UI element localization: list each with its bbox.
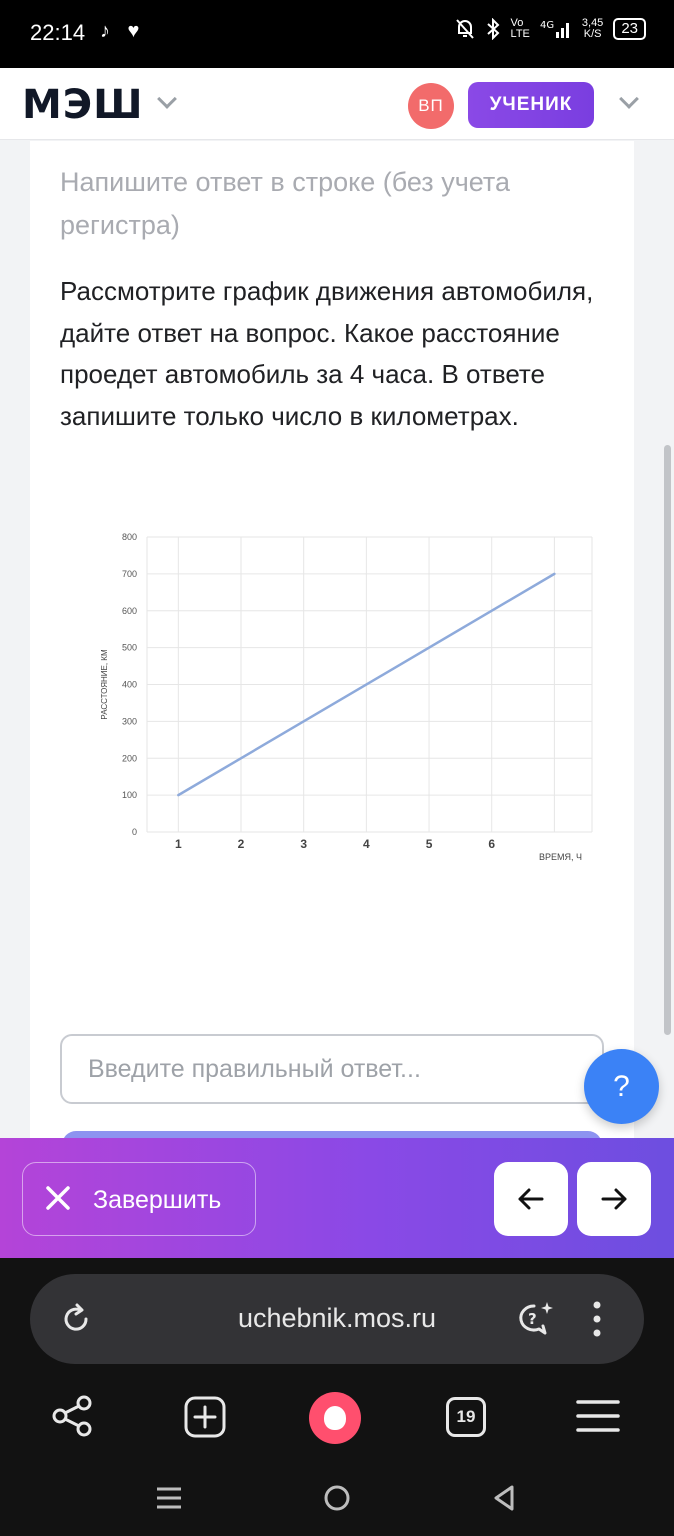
page-scrollbar[interactable]: [664, 445, 671, 1035]
mute-icon: [455, 19, 474, 39]
notification-icons: ♪ ♥: [100, 20, 146, 42]
chart-y-tick-label: 0: [132, 827, 137, 837]
recent-apps-icon[interactable]: [155, 1486, 183, 1510]
net-speed: 3,45 K/S: [581, 17, 604, 40]
new-tab-icon[interactable]: [183, 1395, 227, 1439]
prev-question-button[interactable]: [494, 1162, 568, 1236]
role-badge[interactable]: УЧЕНИК: [468, 82, 594, 128]
battery-icon: 23: [613, 18, 646, 40]
help-button[interactable]: ?: [584, 1049, 659, 1124]
chart-x-tick-label: 3: [300, 837, 307, 851]
chart-y-tick-label: 300: [122, 716, 137, 726]
finish-button[interactable]: Завершить: [22, 1162, 256, 1236]
status-indicators: Vo LTE 4G 3,45 K/S 23: [455, 18, 646, 40]
more-menu-icon[interactable]: [590, 1299, 604, 1339]
distance-time-chart: 0 100 200 300 400 500 600 700 800 1 2 3 4 5 6 ВРЕМЯ, Ч Р…: [75, 517, 605, 867]
svg-text:4G: 4G: [540, 20, 554, 31]
arrow-left-icon: [518, 1188, 544, 1210]
signal-icon: 4G: [540, 20, 569, 38]
address-bar[interactable]: uchebnik.mos.ru ?: [30, 1274, 644, 1364]
alice-assistant-icon[interactable]: [309, 1392, 361, 1444]
chart-x-tick-label: 6: [488, 837, 495, 851]
next-question-button[interactable]: [577, 1162, 651, 1236]
chart-svg: 0 100 200 300 400 500 600 700 800 1 2 3 4 5 6 ВРЕМЯ, Ч Р…: [100, 532, 593, 862]
chart-x-tick-label: 2: [238, 837, 245, 851]
arrow-right-icon: [601, 1188, 627, 1210]
profile-chevron-down-icon[interactable]: [619, 89, 639, 109]
status-time: 22:14: [30, 20, 86, 45]
back-icon[interactable]: [490, 1484, 518, 1512]
app-header: МЭШ ВП УЧЕНИК: [0, 68, 674, 140]
answer-hint: Напишите ответ в строке (без учета регис…: [60, 167, 510, 240]
volte-icon: Vo LTE: [510, 17, 530, 40]
chart-y-tick-label: 800: [122, 532, 137, 542]
chart-x-tick-label: 4: [363, 837, 370, 851]
chart-y-tick-label: 200: [122, 753, 137, 763]
question-card: Напишите ответ в строке (без учета регис…: [30, 141, 634, 1161]
question-text: Рассмотрите график движения автомобиля, …: [60, 276, 594, 431]
hamburger-menu-icon[interactable]: [576, 1398, 620, 1434]
chart-x-axis-label: ВРЕМЯ, Ч: [539, 852, 582, 862]
chart-y-axis-label: РАССТОЯНИЕ, КМ: [100, 649, 109, 720]
chart-y-tick-label: 100: [122, 790, 137, 800]
browser-toolbar: uchebnik.mos.ru ? 19: [0, 1258, 674, 1536]
close-icon: [46, 1186, 70, 1210]
home-icon[interactable]: [323, 1484, 351, 1512]
chart-y-tick-label: 400: [122, 680, 137, 690]
share-icon[interactable]: [50, 1394, 94, 1438]
logo[interactable]: МЭШ: [22, 82, 144, 128]
finish-label: Завершить: [93, 1186, 222, 1214]
answer-input[interactable]: Введите правильный ответ...: [60, 1034, 604, 1104]
logo-chevron-down-icon[interactable]: [157, 89, 177, 109]
chart-x-tick-label: 1: [175, 837, 182, 851]
system-status-bar: 22:14 ♪ ♥ Vo LTE 4G 3,45 K/S 23: [0, 0, 674, 68]
test-action-bar: Завершить: [0, 1138, 674, 1258]
chart-x-tick-label: 5: [426, 837, 433, 851]
chart-y-tick-label: 700: [122, 569, 137, 579]
ai-chat-icon[interactable]: ?: [514, 1298, 556, 1340]
svg-text:?: ?: [528, 1310, 537, 1328]
bluetooth-icon: [486, 18, 499, 40]
avatar[interactable]: ВП: [408, 83, 454, 129]
chart-y-tick-label: 600: [122, 606, 137, 616]
tabs-counter-icon[interactable]: 19: [446, 1397, 486, 1437]
battery-level: 23: [621, 20, 638, 37]
chart-y-tick-label: 500: [122, 643, 137, 653]
